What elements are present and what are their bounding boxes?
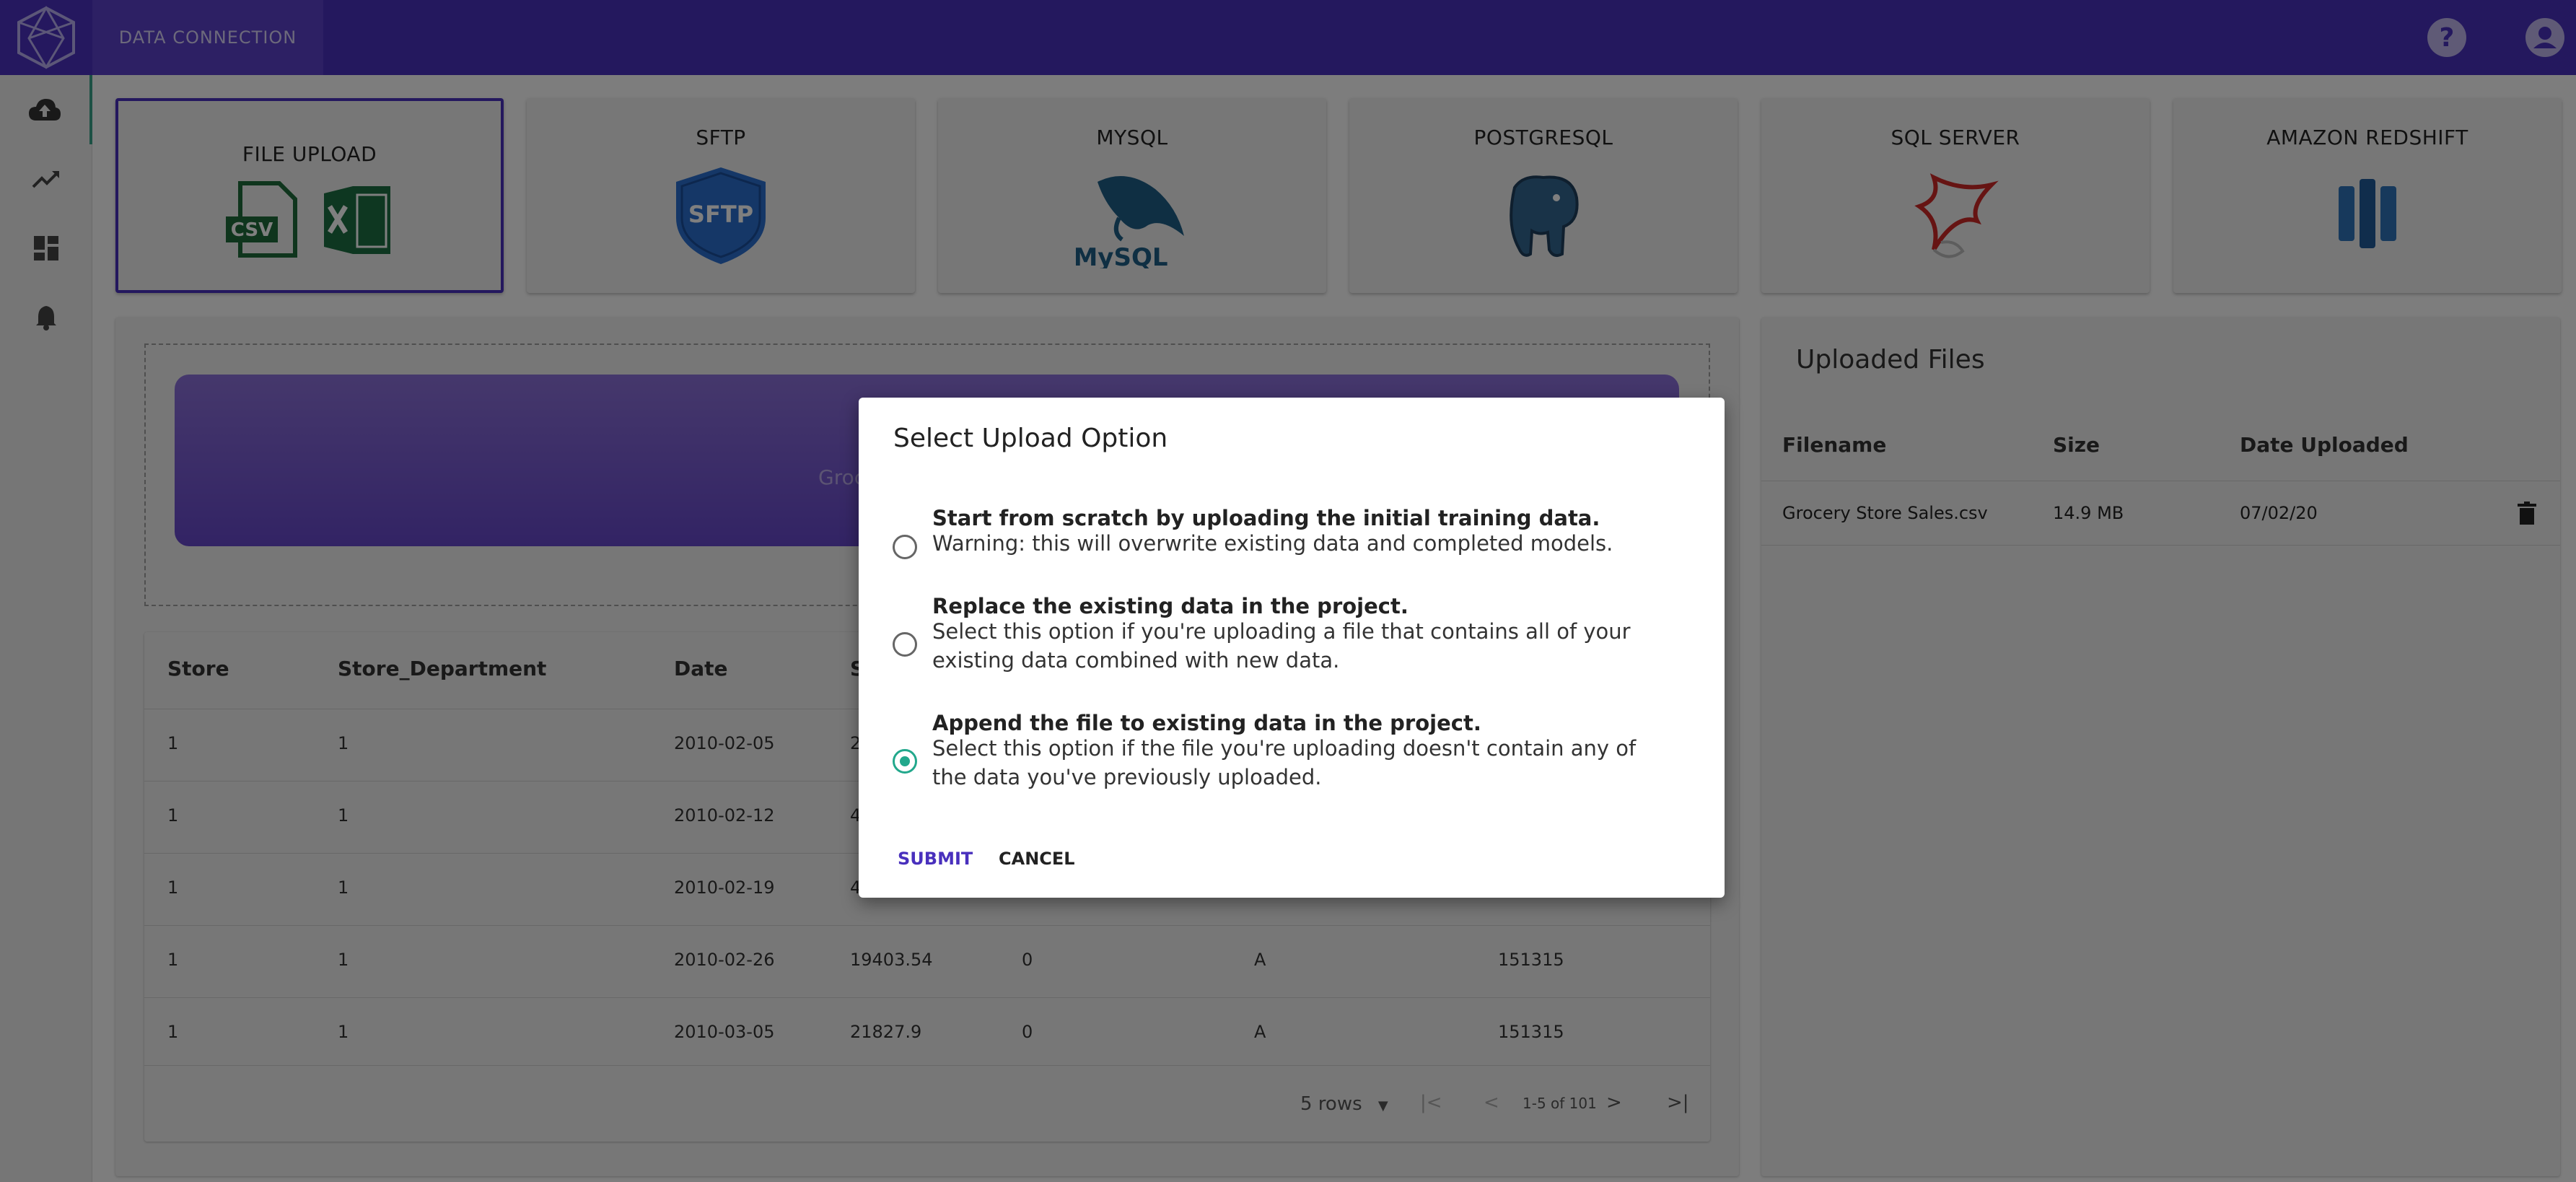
radio-button[interactable] (893, 632, 917, 657)
option-description: Select this option if the file you're up… (932, 736, 1637, 789)
cancel-button[interactable]: CANCEL (999, 849, 1075, 869)
dialog-title: Select Upload Option (893, 424, 1168, 453)
option-description: Select this option if you're uploading a… (932, 619, 1631, 673)
option-title: Replace the existing data in the project… (932, 594, 1409, 618)
upload-option-dialog: Select Upload Option Start from scratch … (859, 398, 1725, 898)
option-description: Warning: this will overwrite existing da… (932, 531, 1613, 556)
option-title: Start from scratch by uploading the init… (932, 506, 1600, 530)
radio-button[interactable] (893, 535, 917, 559)
option-title: Append the file to existing data in the … (932, 711, 1481, 735)
submit-button[interactable]: SUBMIT (898, 849, 973, 869)
radio-button-selected[interactable] (893, 749, 917, 774)
